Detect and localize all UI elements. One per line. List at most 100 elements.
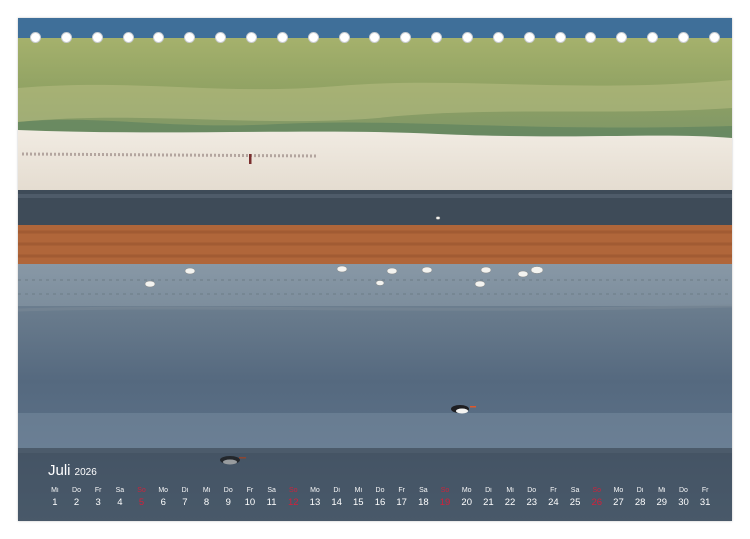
day-column: Fr 3 — [87, 486, 109, 521]
beach-sand — [18, 130, 732, 192]
date-number: 25 — [569, 497, 581, 508]
day-column: Do 9 — [217, 486, 239, 521]
binding-ring — [492, 32, 504, 43]
wadden-sea-photo — [18, 18, 732, 521]
weekday-label: Sa — [115, 487, 125, 494]
date-number: 15 — [353, 497, 364, 508]
date-number: 3 — [95, 497, 101, 508]
day-column: Mo 20 — [456, 486, 478, 521]
binding-ring — [431, 32, 443, 43]
day-column: Mi 15 — [347, 486, 369, 521]
binding-ring — [122, 32, 134, 43]
weekday-label: Di — [333, 487, 340, 494]
binding-ring — [30, 32, 41, 43]
day-column: Fr 24 — [543, 486, 565, 521]
binding-ring — [91, 32, 103, 43]
binding-ring — [585, 32, 597, 43]
calendar-page: Juli 2026 Mi 1 Do 2 Fr 3 Sa 4 So 5 Mo 6 Di 7 Mi 8 Do 9 Fr 10… — [18, 18, 732, 521]
weekday-label: Do — [72, 487, 81, 494]
weekday-label: Mi — [202, 487, 211, 494]
binding-ring — [616, 32, 628, 43]
weekday-label: Mi — [354, 487, 362, 494]
day-column: Di 7 — [174, 486, 196, 521]
binding-ring — [554, 32, 566, 43]
date-number: 12 — [287, 497, 299, 508]
weekday-label: Di — [485, 487, 492, 494]
weekday-label: So — [289, 487, 298, 494]
weekday-label: Do — [223, 487, 233, 494]
day-column: So 19 — [434, 486, 456, 521]
date-number: 29 — [656, 497, 668, 508]
day-grid: Mi 1 Do 2 Fr 3 Sa 4 So 5 Mo 6 Di 7 Mi 8 Do 9 Fr 10 Sa 11 So 12 M… — [44, 486, 716, 521]
day-column: Sa 18 — [413, 486, 435, 521]
day-column: Sa 4 — [109, 486, 131, 521]
weekday-label: So — [592, 487, 602, 494]
day-column: Mo 13 — [304, 486, 326, 521]
weekday-label: Mi — [506, 487, 514, 494]
date-number: 28 — [634, 497, 646, 508]
binding-ring — [400, 32, 412, 43]
weekday-label: So — [137, 487, 146, 494]
date-number: 8 — [203, 497, 210, 508]
day-column: Fr 10 — [239, 486, 261, 521]
binding-ring — [246, 32, 258, 43]
weekday-label: Mo — [158, 487, 169, 494]
date-number: 11 — [266, 497, 277, 508]
weekday-label: Fr — [398, 487, 405, 494]
weekday-label: Di — [636, 487, 644, 494]
binding-ring — [60, 32, 72, 43]
day-column: Mi 8 — [196, 486, 218, 521]
weekday-label: Do — [527, 487, 537, 494]
day-column: Do 16 — [369, 486, 391, 521]
binding-ring — [647, 32, 659, 43]
weekday-label: Mo — [461, 487, 472, 494]
person-on-beach — [249, 154, 252, 164]
shallow-water — [18, 264, 732, 310]
binding-ring — [276, 32, 288, 43]
date-number: 21 — [483, 497, 494, 508]
date-number: 5 — [138, 497, 145, 508]
day-column: So 12 — [282, 486, 304, 521]
date-number: 17 — [396, 497, 407, 508]
date-number: 31 — [699, 497, 711, 508]
day-column: Do 30 — [673, 486, 695, 521]
weekday-label: Mi — [51, 487, 59, 494]
binding-ring — [184, 32, 196, 43]
month-name: Juli — [48, 462, 71, 479]
binding-ring — [215, 32, 227, 43]
weekday-label: Do — [375, 487, 385, 494]
weekday-label: Sa — [267, 487, 276, 494]
day-column: Mi 22 — [499, 486, 521, 521]
weekday-label: Fr — [550, 487, 557, 494]
weekday-label: So — [440, 487, 450, 494]
day-column: Mo 27 — [608, 486, 630, 521]
binding-ring — [307, 32, 319, 43]
binding-ring — [338, 32, 350, 43]
date-number: 19 — [439, 497, 451, 508]
day-column: So 5 — [131, 486, 153, 521]
day-column: Sa 11 — [261, 486, 283, 521]
date-number: 6 — [160, 497, 166, 508]
date-number: 20 — [461, 497, 472, 508]
water-shine — [18, 194, 732, 198]
day-column: Di 28 — [629, 486, 651, 521]
weekday-label: Do — [679, 487, 688, 494]
date-number: 1 — [52, 497, 58, 508]
binding-ring — [462, 32, 474, 43]
binding-ring — [708, 32, 720, 43]
spiral-binding — [18, 32, 732, 46]
date-number: 26 — [591, 497, 603, 508]
day-column: Do 2 — [66, 486, 88, 521]
date-number: 16 — [374, 497, 386, 508]
day-column: Di 14 — [326, 486, 348, 521]
weekday-label: Sa — [419, 487, 428, 494]
binding-ring — [523, 32, 535, 43]
calendar-strip: Juli 2026 Mi 1 Do 2 Fr 3 Sa 4 So 5 Mo 6 Di 7 Mi 8 Do 9 Fr 10… — [18, 448, 732, 521]
binding-ring — [678, 32, 690, 43]
day-column: Mi 29 — [651, 486, 673, 521]
year: 2026 — [74, 467, 97, 478]
day-column: Sa 25 — [564, 486, 586, 521]
date-number: 27 — [613, 497, 624, 508]
binding-ring — [153, 32, 165, 43]
date-number: 22 — [504, 497, 516, 508]
